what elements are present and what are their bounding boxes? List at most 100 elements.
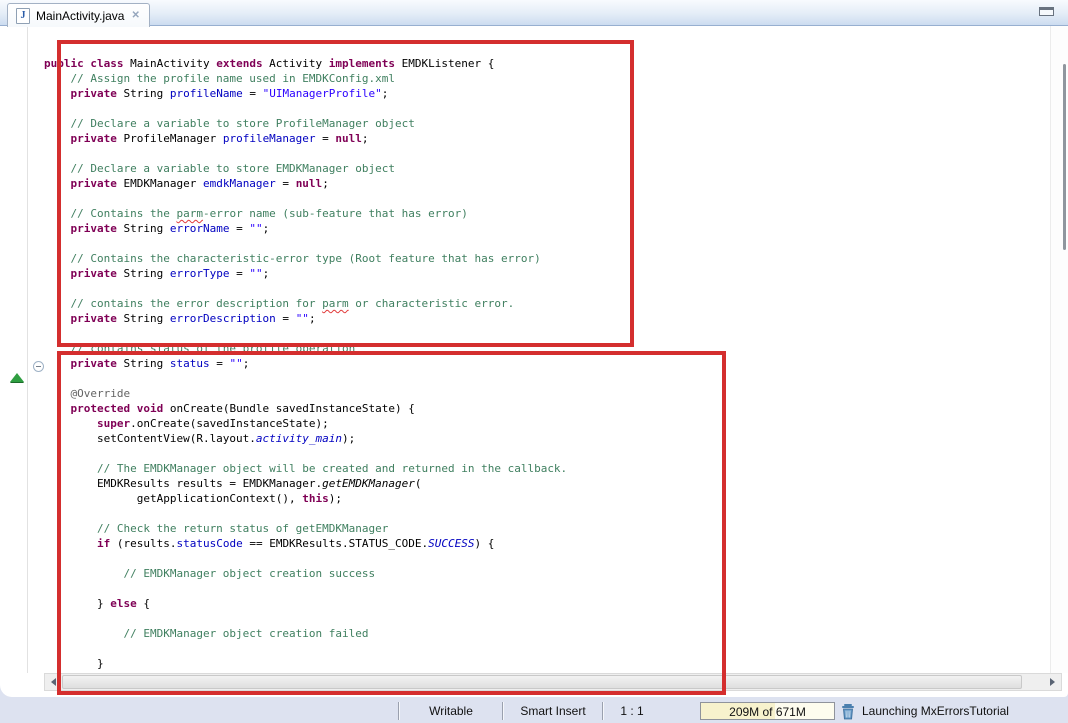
code-segment: // Contains the characteristic-error typ… (44, 252, 541, 265)
code-segment: private (71, 357, 117, 370)
horizontal-scrollbar-thumb[interactable] (62, 675, 1022, 689)
code-segment: implements (329, 57, 395, 70)
code-segment (44, 537, 97, 550)
code-segment: ; (243, 357, 250, 370)
code-segment: "UIManagerProfile" (263, 87, 382, 100)
code-segment: "" (249, 267, 262, 280)
code-segment: @Override (71, 387, 131, 400)
code-editor[interactable]: public class MainActivity extends Activi… (0, 56, 1068, 686)
code-segment: // EMDKManager object creation failed (44, 627, 369, 640)
code-line: private String status = ""; (44, 356, 1068, 371)
writable-status: Writable (400, 704, 502, 718)
code-segment: EMDKManager (117, 177, 203, 190)
code-segment: = (243, 87, 263, 100)
code-segment: // Declare a variable to store ProfileMa… (44, 117, 415, 130)
code-line (44, 446, 1068, 461)
code-segment: setContentView(R.layout. (44, 432, 256, 445)
code-segment: errorType (170, 267, 230, 280)
code-segment: = (276, 177, 296, 190)
code-segment: = (316, 132, 336, 145)
code-segment: ) { (475, 537, 495, 550)
code-segment: String (117, 357, 170, 370)
code-segment: EMDKResults results = EMDKManager. (44, 477, 322, 490)
code-segment: status (170, 357, 210, 370)
code-segment: // Check the return status of getEMDKMan… (44, 522, 388, 535)
ruler-separator (27, 26, 28, 673)
code-segment: super (97, 417, 130, 430)
code-segment: EMDKListener { (395, 57, 494, 70)
code-line: private String errorType = ""; (44, 266, 1068, 281)
scroll-left-arrow-icon[interactable] (45, 674, 62, 690)
code-line: public class MainActivity extends Activi… (44, 56, 1068, 71)
code-segment: "" (249, 222, 262, 235)
code-segment: private (71, 132, 117, 145)
code-segment: extends (216, 57, 262, 70)
code-segment: ; (322, 177, 329, 190)
code-line: // EMDKManager object creation success (44, 566, 1068, 581)
code-segment: } (44, 597, 110, 610)
code-segment: emdkManager (203, 177, 276, 190)
code-segment: private (71, 267, 117, 280)
code-segment: ; (309, 312, 316, 325)
code-segment: ); (342, 432, 355, 445)
code-segment: protected void (71, 402, 164, 415)
code-line: } (44, 656, 1068, 671)
code-line (44, 641, 1068, 656)
tab-close-icon[interactable]: ✕ (130, 10, 140, 21)
code-segment (44, 312, 71, 325)
code-line: // Check the return status of getEMDKMan… (44, 521, 1068, 536)
code-segment: if (97, 537, 110, 550)
code-segment: String (117, 222, 170, 235)
code-line: EMDKResults results = EMDKManager.getEMD… (44, 476, 1068, 491)
horizontal-scrollbar[interactable] (44, 673, 1062, 691)
code-segment: -error name (sub-feature that has error) (203, 207, 468, 220)
code-line (44, 551, 1068, 566)
progress-status-text: Launching MxErrorsTutorial (862, 704, 1009, 718)
code-line (44, 101, 1068, 116)
code-segment: { (137, 597, 150, 610)
code-segment: .onCreate(savedInstanceState); (130, 417, 329, 430)
code-segment: activity_main (256, 432, 342, 445)
code-segment: ; (362, 132, 369, 145)
code-segment: ); (329, 492, 342, 505)
eclipse-editor-window: public class MainActivity extends Activi… (0, 0, 1068, 723)
code-line: @Override (44, 386, 1068, 401)
editor-pane[interactable]: public class MainActivity extends Activi… (0, 26, 1068, 697)
code-segment: // The EMDKManager object will be create… (44, 462, 567, 475)
code-segment (44, 267, 71, 280)
code-segment: getEMDKManager (322, 477, 415, 490)
code-segment: = (210, 357, 230, 370)
code-segment: = (229, 222, 249, 235)
code-segment: errorDescription (170, 312, 276, 325)
code-line: protected void onCreate(Bundle savedInst… (44, 401, 1068, 416)
code-line: private String errorDescription = ""; (44, 311, 1068, 326)
code-line (44, 191, 1068, 206)
vertical-scrollbar-thumb[interactable] (1063, 64, 1066, 250)
code-segment (44, 402, 71, 415)
code-line: private EMDKManager emdkManager = null; (44, 176, 1068, 191)
heap-status-widget[interactable]: 209M of 671M (700, 702, 835, 720)
code-line (44, 581, 1068, 596)
insert-mode-status: Smart Insert (504, 704, 602, 718)
code-segment: onCreate(Bundle savedInstanceState) { (163, 402, 415, 415)
trash-icon[interactable] (840, 703, 856, 720)
status-bar: Writable Smart Insert 1 : 1 209M of 671M… (0, 700, 1068, 723)
code-segment: SUCCESS (428, 537, 474, 550)
code-segment: private (71, 312, 117, 325)
code-line: setContentView(R.layout.activity_main); (44, 431, 1068, 446)
code-segment: private (71, 87, 117, 100)
code-segment: private (71, 177, 117, 190)
code-segment (44, 222, 71, 235)
scroll-right-arrow-icon[interactable] (1044, 674, 1061, 690)
code-segment: parm (322, 297, 349, 310)
code-segment: "" (229, 357, 242, 370)
code-segment (44, 132, 71, 145)
tab-mainactivity[interactable]: J MainActivity.java ✕ (7, 3, 150, 27)
code-segment: getApplicationContext(), (44, 492, 302, 505)
code-segment (44, 87, 71, 100)
minimize-editor-icon[interactable] (1039, 7, 1054, 16)
collapse-fold-icon[interactable] (33, 361, 44, 372)
editor-tab-bar: J MainActivity.java ✕ (0, 0, 1068, 26)
code-segment: // contains status of the profile operat… (44, 342, 355, 355)
code-segment: this (302, 492, 329, 505)
